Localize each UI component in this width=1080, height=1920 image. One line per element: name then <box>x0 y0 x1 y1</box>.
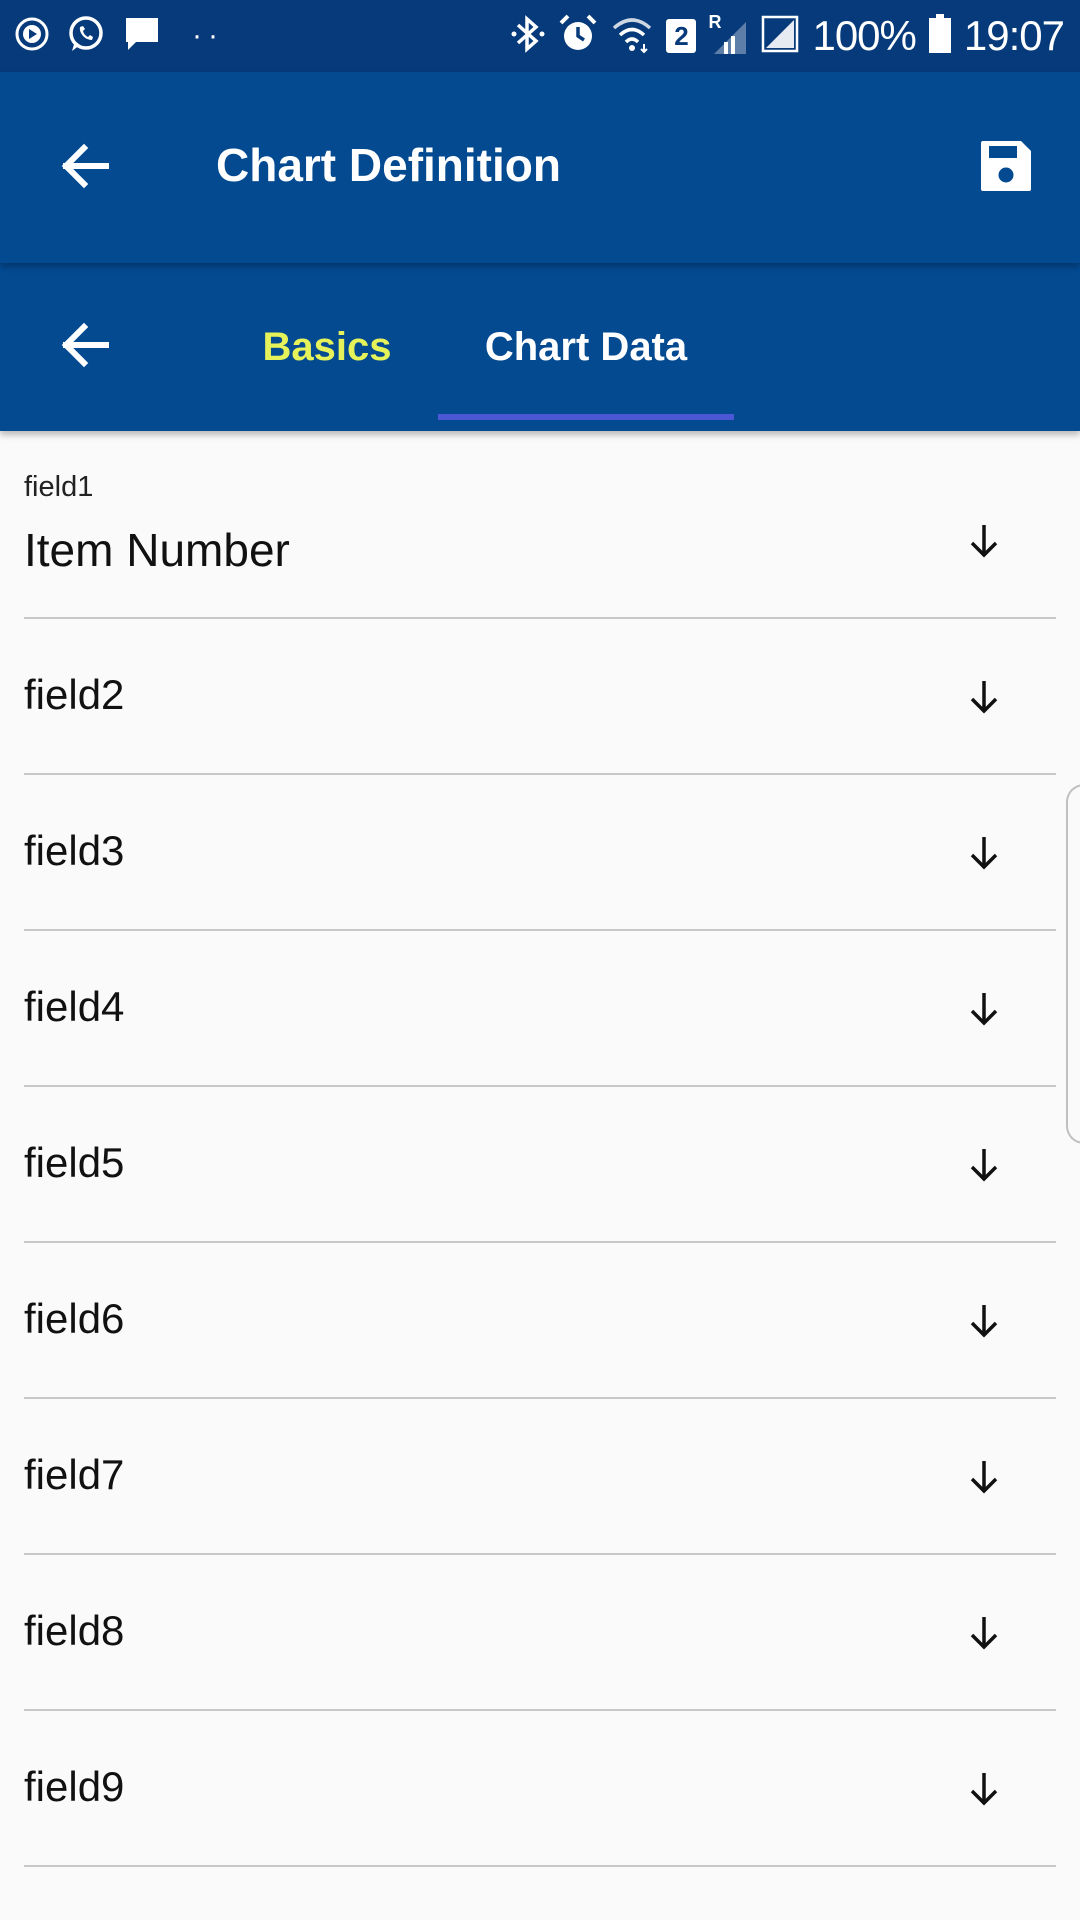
tab-active-indicator <box>438 414 734 420</box>
arrow-down-icon[interactable] <box>956 1761 1012 1817</box>
whatsapp-icon <box>66 14 106 59</box>
list-item-field9[interactable]: field9 <box>24 1711 1056 1867</box>
list-item-field5[interactable]: field5 <box>24 1087 1056 1243</box>
arrow-down-icon[interactable] <box>956 1137 1012 1193</box>
wifi-icon <box>610 14 654 59</box>
field-label: field2 <box>24 671 125 718</box>
field-label: field8 <box>24 1607 125 1654</box>
signal-icon <box>760 14 800 59</box>
tab-chart-data-label: Chart Data <box>484 324 688 369</box>
field-label: field9 <box>24 1763 125 1810</box>
tab-basics-label: Basics <box>262 324 392 369</box>
more-notifications-icon: ·· <box>192 19 224 52</box>
bluetooth-icon <box>510 13 546 60</box>
field-label: field7 <box>24 1451 125 1498</box>
save-button[interactable] <box>968 130 1044 206</box>
tab-bar: Basics Chart Data <box>0 263 1080 431</box>
arrow-down-icon[interactable] <box>956 981 1012 1037</box>
arrow-down-icon[interactable] <box>956 669 1012 725</box>
page-title: Chart Definition <box>216 139 561 191</box>
playback-icon <box>14 16 50 57</box>
field-list: field1 Item Number field2 field3 field4 … <box>0 431 1080 1867</box>
clock: 19:07 <box>963 12 1065 59</box>
arrow-down-icon[interactable] <box>956 513 1012 569</box>
save-icon <box>977 137 1035 200</box>
arrow-down-icon[interactable] <box>956 825 1012 881</box>
field-label: field6 <box>24 1295 125 1342</box>
battery-percent: 100% <box>812 12 916 59</box>
arrow-down-icon[interactable] <box>956 1293 1012 1349</box>
app-bar: Chart Definition <box>0 72 1080 263</box>
tab-basics[interactable]: Basics <box>232 263 422 431</box>
battery-icon <box>928 13 952 59</box>
status-bar: ·· 2 R 100% 19:07 <box>0 0 1080 72</box>
arrow-down-icon[interactable] <box>956 1449 1012 1505</box>
arrow-left-icon <box>56 317 112 378</box>
sim2-badge-label: 2 <box>674 20 689 51</box>
list-item-field4[interactable]: field4 <box>24 931 1056 1087</box>
tab-chart-data[interactable]: Chart Data <box>438 263 734 431</box>
field-label: field1 <box>24 471 94 503</box>
alarm-icon <box>558 13 598 60</box>
field-label: field5 <box>24 1139 125 1186</box>
arrow-left-icon <box>56 138 112 199</box>
back-button[interactable] <box>48 132 120 204</box>
edge-panel-handle[interactable] <box>1066 784 1080 1144</box>
list-item-field1[interactable]: field1 Item Number <box>24 431 1056 619</box>
field-label: field3 <box>24 827 125 874</box>
list-item-field8[interactable]: field8 <box>24 1555 1056 1711</box>
list-item-field3[interactable]: field3 <box>24 775 1056 931</box>
list-item-field7[interactable]: field7 <box>24 1399 1056 1555</box>
arrow-down-icon[interactable] <box>956 1605 1012 1661</box>
sim2-badge: 2 <box>666 19 697 53</box>
list-item-field2[interactable]: field2 <box>24 619 1056 775</box>
field-value: Item Number <box>24 524 290 576</box>
signal-roaming-icon: R <box>708 12 748 56</box>
tab-scroll-back-button[interactable] <box>48 311 120 383</box>
message-icon <box>122 14 162 59</box>
status-bar-right: 2 R 100% 19:07 <box>510 12 1065 60</box>
status-bar-left: ·· <box>14 14 224 59</box>
list-item-field6[interactable]: field6 <box>24 1243 1056 1399</box>
field-label: field4 <box>24 983 125 1030</box>
